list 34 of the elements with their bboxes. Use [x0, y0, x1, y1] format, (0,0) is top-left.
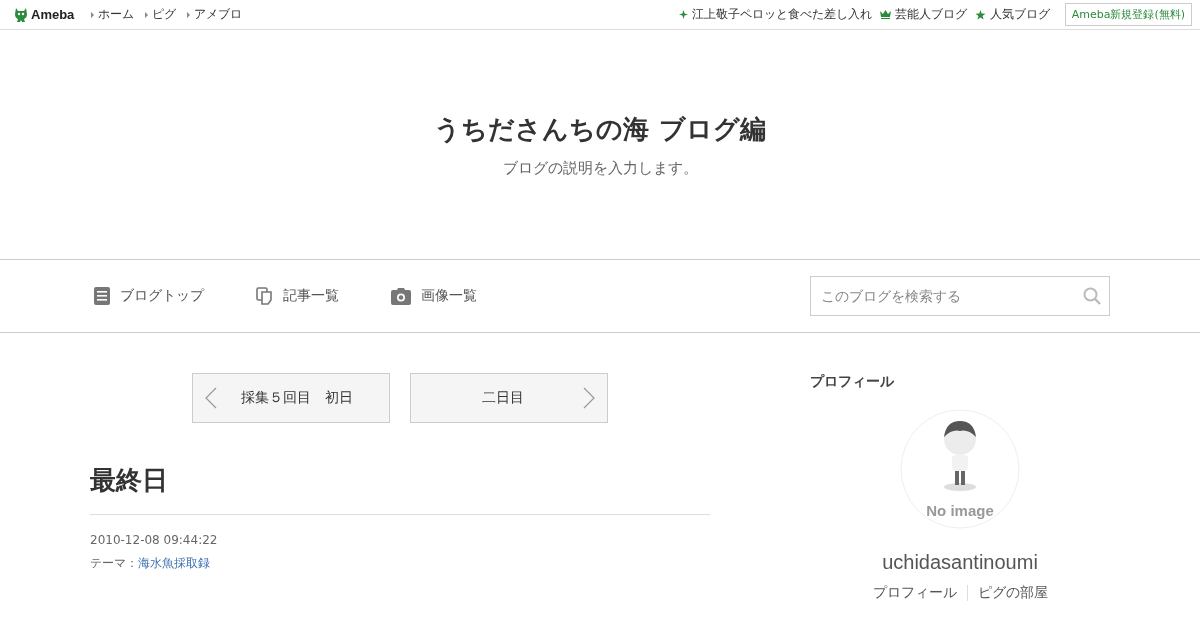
- crown-icon: [879, 10, 891, 19]
- signup-button[interactable]: Ameba新規登録(無料): [1064, 3, 1192, 26]
- chevron-left-icon: [205, 387, 217, 409]
- avatar-caption: No image: [925, 502, 995, 519]
- search-field[interactable]: このブログを検索する: [810, 276, 1110, 316]
- header-link[interactable]: ホーム: [91, 6, 135, 23]
- search-icon[interactable]: [1083, 287, 1101, 305]
- theme-label: テーマ：: [90, 556, 138, 570]
- theme-link[interactable]: 海水魚採取録: [138, 556, 210, 570]
- header-link[interactable]: 人気ブログ: [974, 6, 1050, 23]
- sidebar-heading: プロフィール: [810, 373, 894, 391]
- nav-link[interactable]: ブログトップ: [94, 287, 204, 305]
- profile-link[interactable]: プロフィール: [872, 584, 957, 602]
- blog-description: ブログの説明を入力します。: [502, 158, 698, 178]
- profile-link[interactable]: ピグの部屋: [977, 584, 1048, 602]
- chevron-right-icon: [583, 387, 595, 409]
- header-link[interactable]: ピグ: [145, 6, 177, 23]
- nav-link[interactable]: 記事一覧: [256, 287, 339, 305]
- entry-date: 2010-12-08 09:44:22: [90, 533, 219, 547]
- blog-title[interactable]: うちださんちの海 ブログ編: [434, 111, 766, 147]
- header-link[interactable]: アメブロ: [187, 6, 243, 23]
- previous-entry-button[interactable]: 採集５回目 初日: [192, 373, 390, 423]
- star-icon: [974, 9, 986, 20]
- ameba-logo[interactable]: Ameba: [14, 6, 75, 23]
- header-link[interactable]: 芸能人ブログ: [879, 6, 967, 23]
- entry-title: 最終日: [90, 463, 710, 515]
- profile-name[interactable]: uchidasantinoumi: [882, 551, 1038, 574]
- header-link[interactable]: 江上敬子ペロッと食べた差し入れ: [678, 6, 872, 23]
- camera-icon: [391, 287, 411, 305]
- nav-link[interactable]: 画像一覧: [391, 287, 477, 305]
- document-icon: [94, 287, 110, 305]
- next-entry-button[interactable]: 二日目: [410, 373, 608, 423]
- sparkle-icon: [678, 10, 688, 19]
- copy-icon: [256, 287, 273, 305]
